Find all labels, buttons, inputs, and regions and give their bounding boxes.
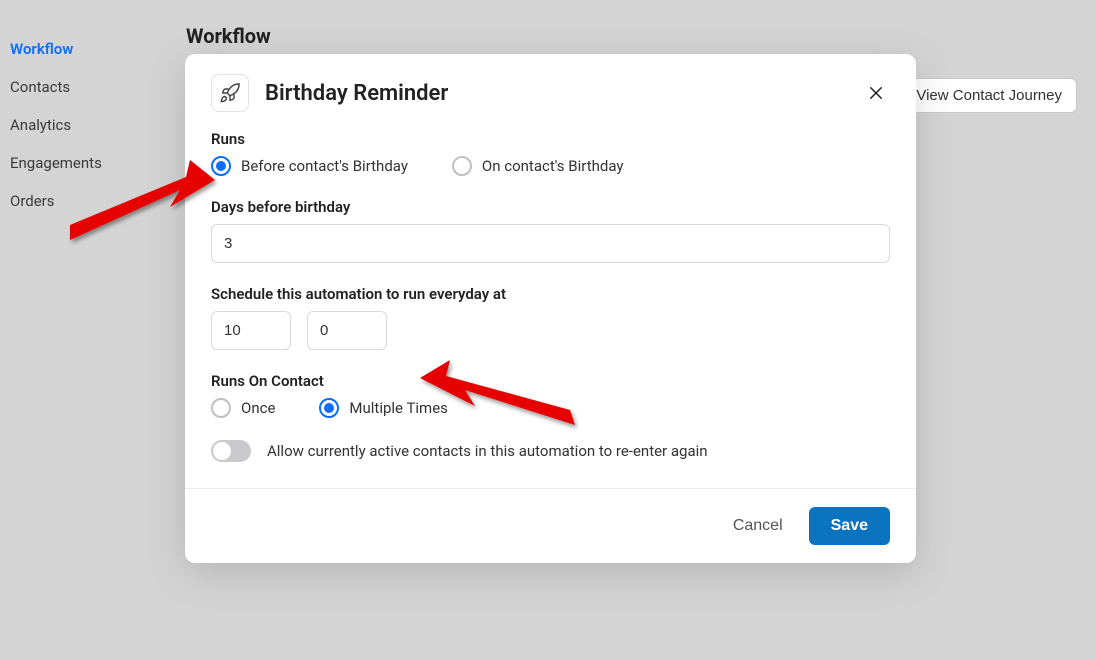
radio-label: Once: [241, 399, 275, 417]
radio-label: Before contact's Birthday: [241, 157, 408, 175]
radio-icon: [211, 398, 231, 418]
reenter-toggle-label: Allow currently active contacts in this …: [267, 442, 708, 460]
radio-label: Multiple Times: [349, 399, 447, 417]
modal-footer: Cancel Save: [185, 488, 916, 563]
sidebar-item-orders[interactable]: Orders: [10, 182, 186, 220]
page-title: Workflow: [186, 24, 1085, 48]
runs-option-on[interactable]: On contact's Birthday: [452, 156, 624, 176]
schedule-minute-input[interactable]: [307, 311, 387, 350]
radio-label: On contact's Birthday: [482, 157, 624, 175]
radio-icon: [452, 156, 472, 176]
radio-icon: [319, 398, 339, 418]
modal: Birthday Reminder Runs Before contact's …: [185, 54, 916, 563]
runs-option-before[interactable]: Before contact's Birthday: [211, 156, 408, 176]
modal-header: Birthday Reminder: [185, 54, 916, 130]
sidebar-item-workflow[interactable]: Workflow: [10, 30, 186, 68]
runs-on-contact-option-once[interactable]: Once: [211, 398, 275, 418]
radio-icon: [211, 156, 231, 176]
sidebar: Workflow Contacts Analytics Engagements …: [0, 0, 186, 660]
rocket-icon: [211, 74, 249, 112]
sidebar-item-contacts[interactable]: Contacts: [10, 68, 186, 106]
days-before-label: Days before birthday: [211, 198, 890, 216]
runs-on-contact-option-multiple[interactable]: Multiple Times: [319, 398, 447, 418]
cancel-button[interactable]: Cancel: [733, 517, 783, 535]
view-contact-journey-button[interactable]: View Contact Journey: [901, 78, 1077, 113]
close-button[interactable]: [862, 79, 890, 107]
schedule-label: Schedule this automation to run everyday…: [211, 285, 890, 303]
reenter-toggle[interactable]: [211, 440, 251, 462]
runs-label: Runs: [211, 130, 890, 148]
sidebar-item-analytics[interactable]: Analytics: [10, 106, 186, 144]
sidebar-item-engagements[interactable]: Engagements: [10, 144, 186, 182]
modal-title: Birthday Reminder: [265, 81, 448, 106]
save-button[interactable]: Save: [809, 507, 890, 545]
days-before-input[interactable]: [211, 224, 890, 263]
schedule-hour-input[interactable]: [211, 311, 291, 350]
runs-on-contact-label: Runs On Contact: [211, 372, 890, 390]
